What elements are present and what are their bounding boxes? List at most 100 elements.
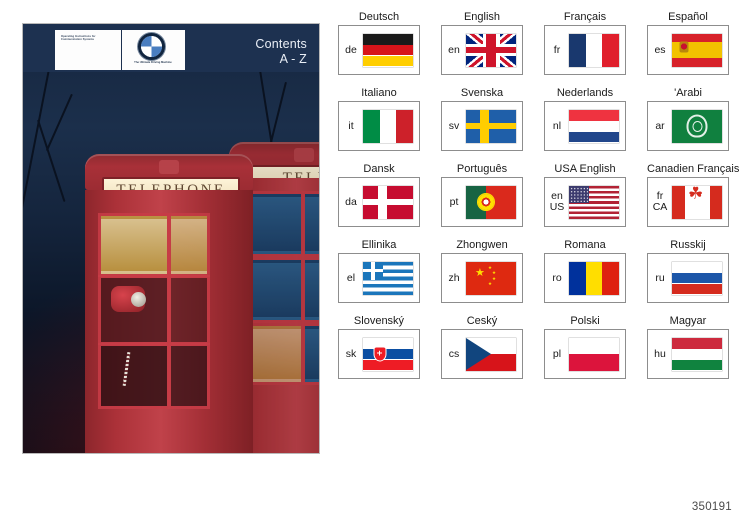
language-card[interactable]: de bbox=[338, 25, 420, 75]
language-code: hu bbox=[654, 347, 666, 360]
flag-spain-icon bbox=[672, 33, 722, 67]
language-cell-hu[interactable]: Magyar hu bbox=[647, 314, 729, 379]
language-card[interactable]: sk bbox=[338, 329, 420, 379]
language-code: zh bbox=[448, 271, 460, 284]
flag-italy-icon bbox=[363, 109, 413, 143]
wreath-emblem-icon bbox=[686, 114, 708, 138]
language-code: ru bbox=[655, 271, 665, 284]
window-pane bbox=[305, 260, 319, 320]
language-cell-ru[interactable]: Russkij ru bbox=[647, 238, 729, 303]
language-cell-pt[interactable]: Português pt bbox=[441, 162, 523, 227]
manual-cover-image: TELE TELEPHONE bbox=[22, 23, 320, 454]
language-card[interactable]: sv bbox=[441, 101, 523, 151]
language-cell-ar[interactable]: 'Arabi ar bbox=[647, 86, 729, 151]
language-card[interactable]: el bbox=[338, 253, 420, 303]
language-name: Magyar bbox=[669, 315, 707, 327]
language-cell-ro[interactable]: Romana ro bbox=[544, 238, 626, 303]
language-name: Ellinika bbox=[361, 239, 397, 251]
language-name: Português bbox=[456, 163, 508, 175]
window-pane bbox=[305, 194, 319, 254]
language-card[interactable]: ar bbox=[647, 101, 729, 151]
language-card[interactable]: zh ★ ★ ★ ★ ★ bbox=[441, 253, 523, 303]
language-cell-zh[interactable]: Zhongwen zh ★ ★ ★ ★ ★ bbox=[441, 238, 523, 303]
language-name: Ceský bbox=[466, 315, 498, 327]
language-name: Deutsch bbox=[358, 11, 400, 23]
reference-number: 350191 bbox=[691, 501, 732, 513]
language-card[interactable]: es bbox=[647, 25, 729, 75]
flag-united-kingdom-icon bbox=[466, 33, 516, 67]
star-icon: ★ bbox=[475, 266, 485, 279]
imprint-text: Operating Instructions for Communication… bbox=[61, 35, 96, 42]
language-name: Slovenský bbox=[353, 315, 405, 327]
flag-china-icon: ★ ★ ★ ★ ★ bbox=[466, 261, 516, 295]
language-cell-es[interactable]: Español es bbox=[647, 10, 729, 75]
language-card[interactable]: pt bbox=[441, 177, 523, 227]
language-code: cs bbox=[448, 347, 460, 360]
telephone-dial bbox=[131, 292, 146, 307]
flag-poland-icon bbox=[569, 337, 619, 371]
flag-canada-icon bbox=[672, 185, 722, 219]
tree-branch-decor bbox=[37, 119, 66, 203]
flag-denmark-icon bbox=[363, 185, 413, 219]
language-code: pl bbox=[552, 347, 562, 360]
language-code: nl bbox=[552, 119, 562, 132]
flag-portugal-icon bbox=[466, 185, 516, 219]
language-name: Polski bbox=[570, 315, 600, 327]
language-cell-en[interactable]: English en bbox=[441, 10, 523, 75]
flag-sweden-icon bbox=[466, 109, 516, 143]
language-card[interactable]: en bbox=[441, 25, 523, 75]
contents-title: Contents bbox=[255, 37, 307, 51]
language-card[interactable]: hu bbox=[647, 329, 729, 379]
language-card[interactable]: nl bbox=[544, 101, 626, 151]
language-code: el bbox=[346, 271, 356, 284]
language-cell-fr[interactable]: Français fr bbox=[544, 10, 626, 75]
language-code: en bbox=[448, 43, 460, 56]
language-code: ar bbox=[655, 119, 665, 132]
window-pane bbox=[171, 216, 207, 274]
language-name: Canadien Français bbox=[647, 163, 740, 175]
language-code: pt bbox=[449, 195, 459, 208]
language-card[interactable]: it bbox=[338, 101, 420, 151]
language-code: fr bbox=[553, 43, 561, 56]
language-card[interactable]: fr CA bbox=[647, 177, 729, 227]
language-card[interactable]: cs bbox=[441, 329, 523, 379]
language-code: da bbox=[345, 195, 357, 208]
flag-germany-icon bbox=[363, 33, 413, 67]
flag-netherlands-icon bbox=[569, 109, 619, 143]
language-name: Français bbox=[563, 11, 607, 23]
tree-branch-decor bbox=[23, 63, 51, 212]
brand-tagline: The Ultimate Driving Machine bbox=[134, 61, 172, 64]
language-cell-el[interactable]: Ellinika el bbox=[338, 238, 420, 303]
language-cell-cs[interactable]: Ceský cs bbox=[441, 314, 523, 379]
flag-romania-icon bbox=[569, 261, 619, 295]
window-pane bbox=[171, 278, 207, 342]
language-name: Svenska bbox=[460, 87, 504, 99]
language-cell-en-us[interactable]: USA English en US bbox=[544, 162, 626, 227]
language-cell-nl[interactable]: Nederlands nl bbox=[544, 86, 626, 151]
language-card[interactable]: fr bbox=[544, 25, 626, 75]
language-cell-pl[interactable]: Polski pl bbox=[544, 314, 626, 379]
language-card[interactable]: ru bbox=[647, 253, 729, 303]
telephone-box-body bbox=[85, 190, 253, 453]
contents-range: A - Z bbox=[279, 52, 307, 66]
language-card[interactable]: ro bbox=[544, 253, 626, 303]
language-cell-da[interactable]: Dansk da bbox=[338, 162, 420, 227]
language-cell-it[interactable]: Italiano it bbox=[338, 86, 420, 151]
window-pane bbox=[171, 346, 207, 406]
language-name: English bbox=[463, 11, 501, 23]
language-cell-fr-ca[interactable]: Canadien Français fr CA bbox=[647, 162, 740, 227]
language-code: ro bbox=[552, 271, 562, 284]
armillary-sphere-icon bbox=[478, 194, 494, 210]
language-card[interactable]: en US bbox=[544, 177, 626, 227]
language-cell-sv[interactable]: Svenska sv bbox=[441, 86, 523, 151]
language-code: en US bbox=[549, 190, 565, 213]
language-card[interactable]: pl bbox=[544, 329, 626, 379]
language-name: Dansk bbox=[363, 163, 395, 175]
star-icon: ★ bbox=[492, 275, 497, 281]
language-cell-sk[interactable]: Slovenský sk bbox=[338, 314, 420, 379]
language-cell-de[interactable]: Deutsch de bbox=[338, 10, 420, 75]
flag-slovakia-icon bbox=[363, 337, 413, 371]
language-card[interactable]: da bbox=[338, 177, 420, 227]
window-pane bbox=[101, 346, 167, 406]
language-name: Español bbox=[668, 11, 708, 23]
